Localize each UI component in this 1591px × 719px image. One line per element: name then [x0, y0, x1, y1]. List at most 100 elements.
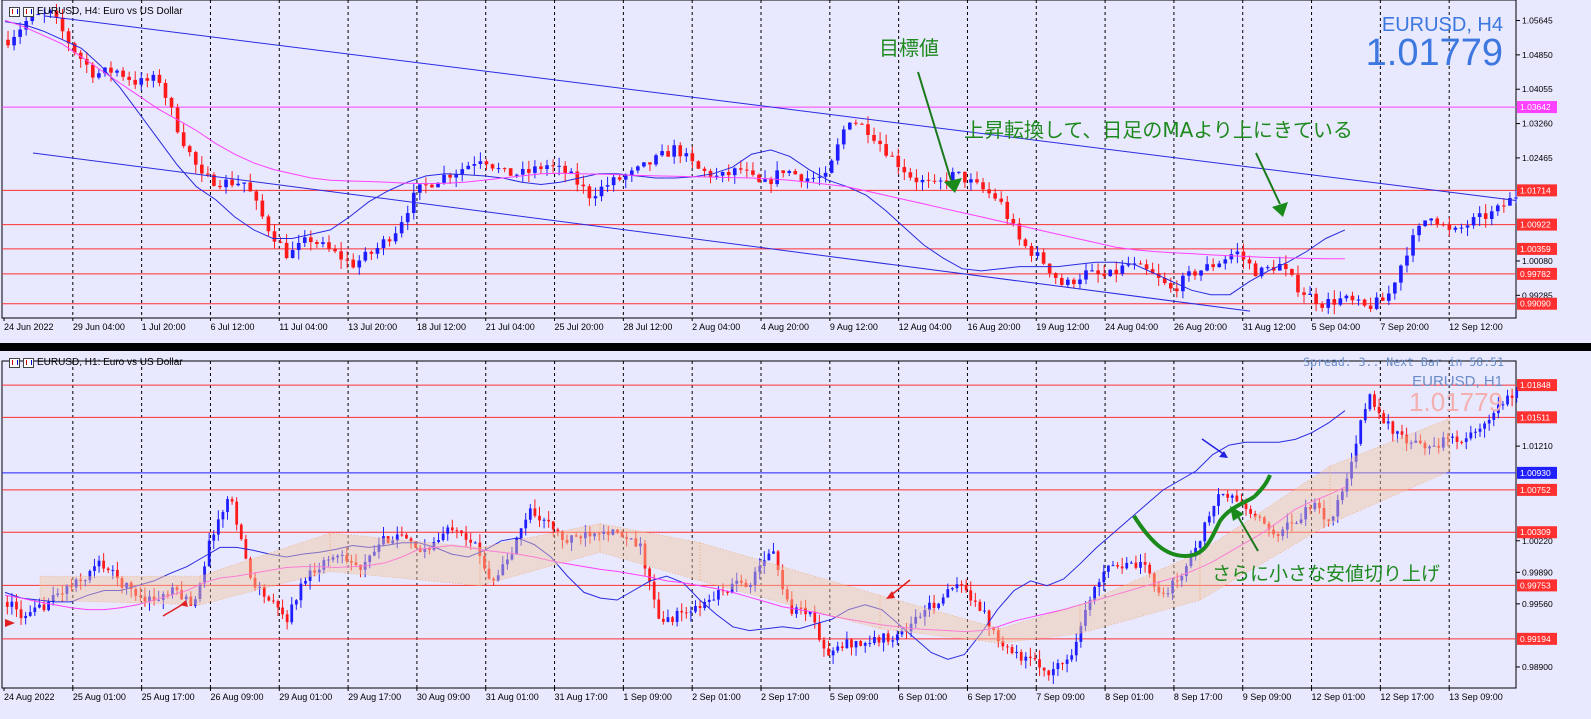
candle-body [941, 597, 945, 604]
candle-body [514, 174, 519, 176]
candle-body [1181, 275, 1185, 292]
candle-body [732, 168, 737, 176]
candle-body [840, 646, 844, 649]
candle-body [97, 560, 101, 567]
candle-body [405, 534, 408, 539]
candle-body [946, 589, 950, 598]
candle-body [707, 599, 711, 602]
candle-body [1502, 205, 1506, 207]
candle-body [1211, 264, 1215, 268]
candle-body [1015, 652, 1019, 654]
candle-body [873, 637, 876, 644]
h1-price-label: 1.01779 [1409, 387, 1503, 417]
candle-body [657, 599, 661, 619]
y-tick-label: 1.04055 [1522, 84, 1553, 94]
candle-body [823, 172, 828, 177]
candle-body [1053, 273, 1058, 278]
x-tick-label: 31 Aug 12:00 [1243, 322, 1296, 332]
candle-body [914, 177, 919, 183]
candle-body [1441, 224, 1446, 226]
candle-body [106, 568, 110, 571]
candle-body [97, 73, 101, 78]
x-tick-label: 8 Sep 17:00 [1174, 692, 1223, 702]
candle-body [882, 633, 885, 643]
candle-body [1217, 263, 1222, 268]
candle-body [671, 617, 674, 622]
chart-menu-icon[interactable] [9, 357, 20, 368]
candle-body [127, 76, 131, 80]
candle-body [1138, 263, 1143, 265]
level-price-label: 1.00922 [1520, 220, 1551, 230]
candle-body [817, 622, 821, 640]
candle-body [1265, 267, 1270, 269]
candle-body [1241, 251, 1246, 260]
y-tick-label: 1.00080 [1522, 256, 1553, 266]
candle-body [1469, 432, 1473, 439]
candle-body [938, 180, 943, 182]
candle-body [1382, 413, 1386, 424]
candle-body [1487, 419, 1491, 424]
y-tick-label: 0.99560 [1522, 599, 1553, 609]
candle-body [1226, 493, 1230, 498]
candle-body [891, 640, 895, 642]
x-tick-label: 4 Aug 20:00 [761, 322, 809, 332]
candle-body [1056, 663, 1060, 670]
candle-body [690, 153, 695, 162]
candle-body [999, 198, 1004, 202]
candle-body [720, 172, 725, 176]
moving-average-fast [4, 21, 1346, 296]
x-tick-label: 1 Jul 20:00 [142, 322, 186, 332]
candle-body [1296, 274, 1300, 293]
chart-menu-icon[interactable] [9, 6, 20, 17]
candle-body [281, 607, 284, 615]
candle-body [1459, 227, 1464, 229]
candle-body [1010, 647, 1014, 654]
candle-body [951, 588, 954, 590]
candle-body [859, 641, 863, 646]
candle-body [47, 601, 50, 611]
candle-body [496, 168, 501, 170]
candle-body [1023, 239, 1028, 246]
x-tick-label: 12 Sep 12:00 [1449, 322, 1503, 332]
candle-body [1350, 295, 1355, 301]
chart-panel-h1[interactable]: 24 Aug 2022 25 Aug 01:00 25 Aug 17:00 26 Au… [0, 351, 1591, 719]
candle-body [1483, 213, 1488, 219]
x-tick-label: 31 Aug 01:00 [486, 692, 539, 702]
candle-body [333, 248, 337, 252]
candle-body [450, 527, 454, 531]
chart-panel-h4[interactable]: 24 Jun 2022 29 Jun 04:00 1 Jul 20:00 6 Jul … [0, 0, 1591, 343]
candle-body [221, 512, 225, 520]
candle-body [850, 639, 853, 648]
candle-body [304, 580, 307, 584]
candle-body [1024, 656, 1028, 661]
chart-window-icon[interactable] [23, 357, 34, 368]
candle-body [290, 250, 295, 259]
candles [6, 3, 1518, 315]
candle-body [902, 167, 907, 173]
candle-body [181, 132, 186, 147]
h4-chart-canvas[interactable]: 24 Jun 2022 29 Jun 04:00 1 Jul 20:00 6 Jul … [0, 0, 1591, 343]
candle-body [684, 153, 689, 157]
x-tick-label: 12 Aug 04:00 [899, 322, 952, 332]
candle-body [811, 177, 816, 179]
h1-chart-canvas[interactable]: 24 Aug 2022 25 Aug 01:00 25 Aug 17:00 26 Au… [0, 351, 1591, 719]
candle-body [1041, 252, 1046, 264]
candle-body [712, 599, 716, 601]
x-tick-label: 29 Jun 04:00 [73, 322, 125, 332]
x-tick-label: 26 Aug 09:00 [210, 692, 263, 702]
candle-body [1510, 395, 1514, 398]
candle-body [1374, 297, 1379, 309]
candle-body [260, 200, 265, 217]
candle-body [469, 539, 473, 543]
candle-body [1423, 220, 1427, 226]
candle-body [835, 144, 840, 161]
candle-body [441, 533, 445, 540]
candle-body [284, 242, 289, 259]
x-tick-label: 2 Aug 04:00 [692, 322, 740, 332]
x-tick-label: 2 Sep 17:00 [761, 692, 810, 702]
candle-body [660, 151, 664, 156]
chart-window-icon[interactable] [23, 6, 34, 17]
candle-body [1107, 565, 1110, 572]
candle-body [1393, 282, 1397, 294]
x-tick-label: 25 Aug 17:00 [142, 692, 195, 702]
